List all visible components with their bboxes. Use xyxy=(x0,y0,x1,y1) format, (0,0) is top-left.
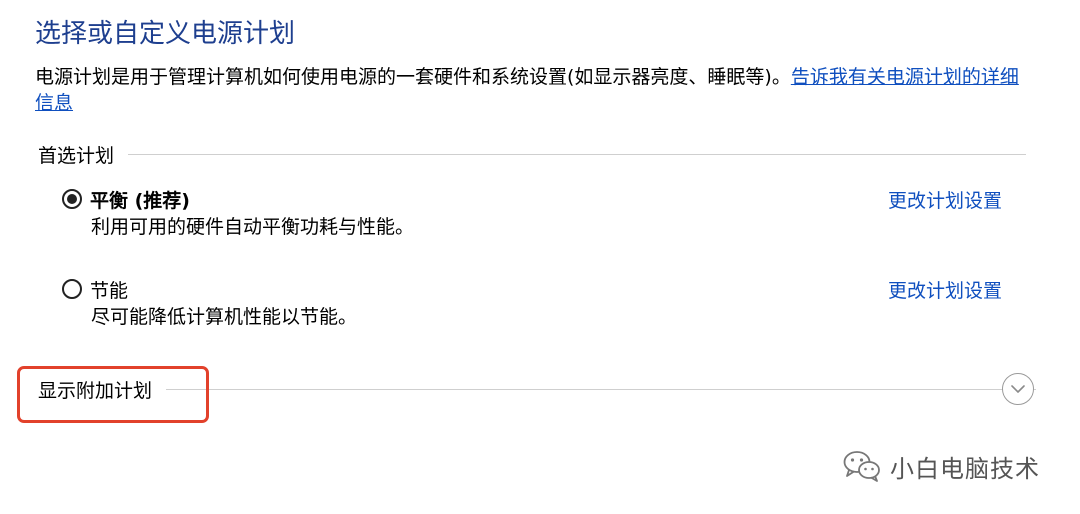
plan-balanced-name[interactable]: 平衡 (推荐) xyxy=(90,186,190,213)
plan-balanced-radio[interactable] xyxy=(62,189,82,209)
plan-power-saver-description: 尽可能降低计算机性能以节能。 xyxy=(91,306,358,328)
annotation-highlight-box xyxy=(17,366,209,423)
plan-balanced: 平衡 (推荐) 更改计划设置 利用可用的硬件自动平衡功耗与性能。 xyxy=(62,184,1002,240)
page-title: 选择或自定义电源计划 xyxy=(35,19,296,49)
power-options-panel: 选择或自定义电源计划 电源计划是用于管理计算机如何使用电源的一套硬件和系统设置(… xyxy=(0,0,1080,514)
page-description: 电源计划是用于管理计算机如何使用电源的一套硬件和系统设置(如显示器亮度、睡眠等)… xyxy=(35,64,1035,116)
preferred-plans-label: 首选计划 xyxy=(38,144,115,167)
watermark: 小白电脑技术 xyxy=(842,448,1040,484)
chevron-down-icon xyxy=(1011,385,1025,393)
preferred-plans-header: 首选计划 xyxy=(38,139,1026,169)
plan-balanced-description: 利用可用的硬件自动平衡功耗与性能。 xyxy=(91,216,415,238)
section-divider xyxy=(166,388,1036,390)
wechat-icon xyxy=(843,451,880,482)
description-text: 电源计划是用于管理计算机如何使用电源的一套硬件和系统设置(如显示器亮度、睡眠等)… xyxy=(35,66,791,88)
plan-power-saver-name[interactable]: 节能 xyxy=(90,276,128,303)
expand-additional-plans-button[interactable] xyxy=(1002,373,1034,405)
section-divider xyxy=(128,153,1026,155)
watermark-text: 小白电脑技术 xyxy=(890,454,1040,483)
change-plan-settings-link-balanced[interactable]: 更改计划设置 xyxy=(888,186,1002,213)
change-plan-settings-link-power-saver[interactable]: 更改计划设置 xyxy=(888,276,1002,303)
plan-power-saver: 节能 更改计划设置 尽可能降低计算机性能以节能。 xyxy=(62,274,1002,330)
plan-power-saver-radio[interactable] xyxy=(62,279,82,299)
